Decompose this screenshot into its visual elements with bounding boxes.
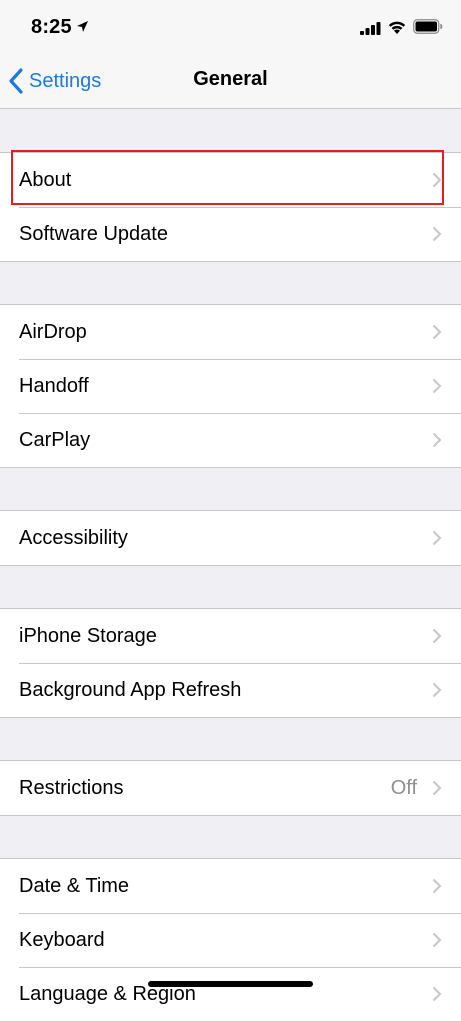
chevron-right-icon [432, 530, 442, 546]
settings-group: iPhone Storage Background App Refresh [0, 608, 461, 718]
row-language-region[interactable]: Language & Region [0, 967, 461, 1021]
home-indicator[interactable] [148, 981, 313, 987]
chevron-right-icon [432, 878, 442, 894]
row-software-update[interactable]: Software Update [0, 207, 461, 261]
row-label: Accessibility [19, 526, 128, 549]
settings-list: About Software Update AirDrop Handoff Ca… [0, 109, 461, 1022]
row-accessibility[interactable]: Accessibility [0, 511, 461, 565]
row-iphone-storage[interactable]: iPhone Storage [0, 609, 461, 663]
chevron-right-icon [432, 324, 442, 340]
row-handoff[interactable]: Handoff [0, 359, 461, 413]
row-carplay[interactable]: CarPlay [0, 413, 461, 467]
settings-group: Date & Time Keyboard Language & Region [0, 858, 461, 1022]
row-restrictions[interactable]: Restrictions Off [0, 761, 461, 815]
row-label: Background App Refresh [19, 678, 242, 701]
chevron-right-icon [432, 628, 442, 644]
location-arrow-icon [77, 21, 88, 32]
row-label: Restrictions [19, 776, 124, 799]
row-value: Off [390, 776, 417, 799]
settings-group: About Software Update [0, 152, 461, 262]
row-background-app-refresh[interactable]: Background App Refresh [0, 663, 461, 717]
chevron-right-icon [432, 780, 442, 796]
battery-icon [413, 19, 443, 34]
wifi-icon [388, 21, 406, 34]
chevron-right-icon [432, 682, 442, 698]
row-about[interactable]: About [0, 153, 461, 207]
row-label: iPhone Storage [19, 624, 157, 647]
row-label: Handoff [19, 374, 89, 397]
row-label: CarPlay [19, 428, 91, 451]
chevron-right-icon [432, 226, 442, 242]
chevron-right-icon [432, 172, 442, 188]
row-label: AirDrop [19, 320, 87, 343]
settings-group: Accessibility [0, 510, 461, 566]
settings-group: Restrictions Off [0, 760, 461, 816]
status-bar: 8:25 [0, 0, 461, 56]
navigation-bar: Settings General [0, 56, 461, 109]
chevron-right-icon [432, 986, 442, 1002]
row-date-time[interactable]: Date & Time [0, 859, 461, 913]
row-label: Date & Time [19, 874, 130, 897]
row-airdrop[interactable]: AirDrop [0, 305, 461, 359]
page-title: General [193, 68, 268, 90]
settings-group: AirDrop Handoff CarPlay [0, 304, 461, 468]
cellular-signal-icon [360, 22, 381, 35]
row-label: Keyboard [19, 928, 105, 951]
row-label: About [19, 168, 72, 191]
chevron-right-icon [432, 378, 442, 394]
row-label: Software Update [19, 222, 168, 245]
status-time: 8:25 [31, 16, 72, 38]
chevron-right-icon [432, 432, 442, 448]
chevron-right-icon [432, 932, 442, 948]
row-keyboard[interactable]: Keyboard [0, 913, 461, 967]
